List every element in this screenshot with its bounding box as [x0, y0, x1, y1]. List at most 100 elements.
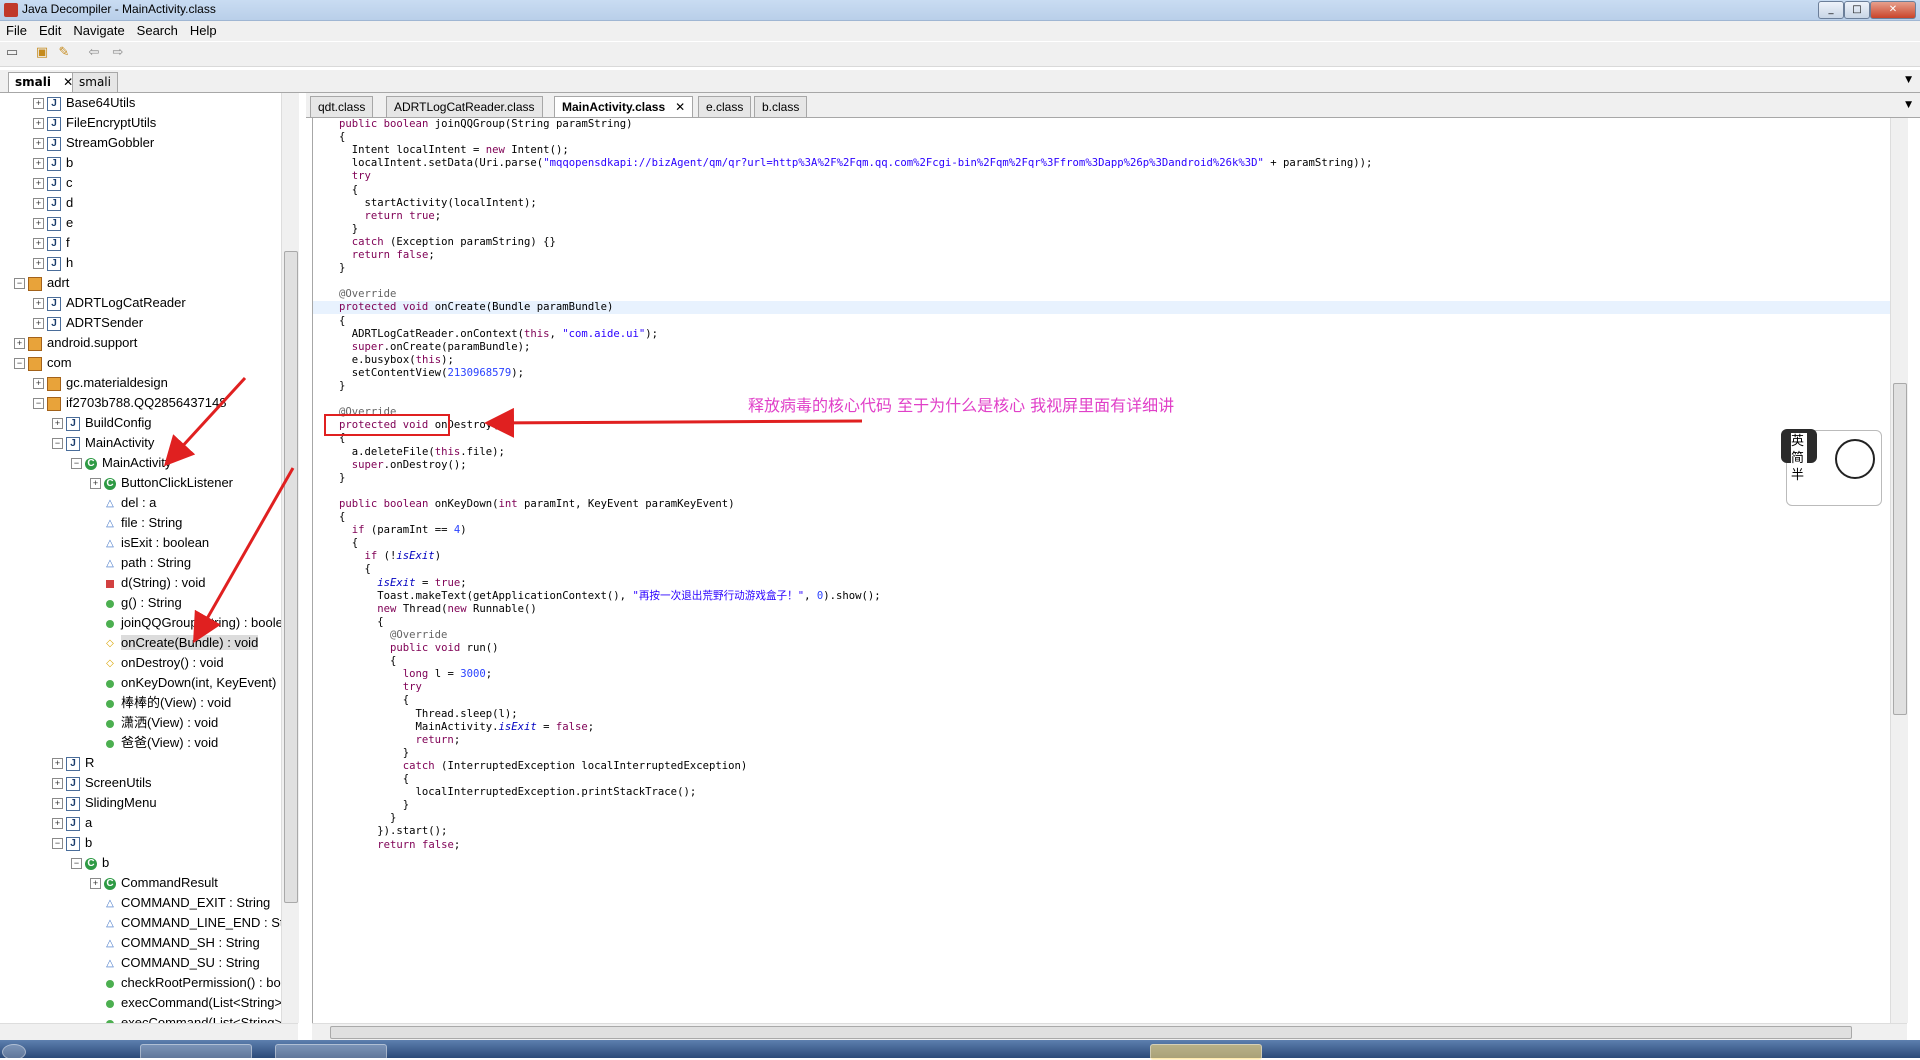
tree-node[interactable]: g() : String [90, 593, 182, 612]
tree-hscrollbar[interactable] [0, 1023, 298, 1040]
tree-node[interactable]: + J StreamGobbler [33, 133, 154, 152]
tree-node[interactable]: + J FileEncryptUtils [33, 113, 156, 132]
tree-node[interactable]: + J SlidingMenu [52, 793, 157, 812]
tree-node[interactable]: + Jh [33, 253, 73, 272]
tree-node[interactable]: + Jc [33, 173, 73, 192]
forward-icon[interactable]: ⇨ [110, 46, 126, 60]
tree-node[interactable]: + J ADRTSender [33, 313, 143, 332]
minimize-button[interactable]: _ [1818, 1, 1844, 19]
tree-node[interactable]: − if2703b788.QQ2856437148 [33, 393, 226, 412]
expand-toggle-icon[interactable]: + [33, 318, 44, 330]
tree-node[interactable]: − J MainActivity [52, 433, 154, 452]
code-vscroll-thumb[interactable] [1893, 383, 1907, 715]
tree-node[interactable]: 爸爸(View) : void [90, 733, 218, 752]
tab-mainactivity-class[interactable]: MainActivity.class ✕ [554, 96, 694, 117]
expand-toggle-icon[interactable]: − [14, 358, 25, 370]
tab-e-class[interactable]: e.class [698, 96, 752, 117]
tree-node[interactable]: △ COMMAND_EXIT : String [90, 893, 270, 912]
tree-node[interactable]: − Jb [52, 833, 92, 852]
tree-node[interactable]: execCommand(List<String> [90, 993, 282, 1012]
maximize-button[interactable]: □ [1844, 1, 1870, 19]
expand-toggle-icon[interactable]: + [33, 178, 44, 190]
expand-toggle-icon[interactable]: + [33, 238, 44, 250]
tree-node[interactable]: execCommand(List<String> [90, 1013, 282, 1023]
code-editor[interactable]: public boolean joinQQGroup (String paramS… [312, 118, 1891, 1023]
tree-node[interactable]: d(String) : void [90, 573, 206, 592]
menu-edit[interactable]: Edit [33, 21, 67, 38]
tree-node[interactable]: + J ScreenUtils [52, 773, 151, 792]
menu-help[interactable]: Help [184, 21, 223, 38]
tree-node[interactable]: + Ja [52, 813, 92, 832]
tree-node[interactable]: ◇ onDestroy() : void [90, 653, 223, 672]
tree-node[interactable]: checkRootPermission() : bo [90, 973, 281, 992]
tree-node[interactable]: onKeyDown(int, KeyEvent) : [90, 673, 284, 692]
tree-node[interactable]: △ COMMAND_SH : String [90, 933, 260, 952]
tree-node[interactable]: △ COMMAND_LINE_END : Str [90, 913, 288, 932]
tree-node[interactable]: ◇ onCreate(Bundle) : void [90, 633, 259, 652]
tab-smali[interactable]: smali [72, 72, 118, 92]
tree-node[interactable]: − Cb [71, 853, 109, 872]
expand-toggle-icon[interactable]: − [52, 838, 63, 850]
expand-toggle-icon[interactable]: + [33, 218, 44, 230]
tree-node[interactable]: △ COMMAND_SU : String [90, 953, 260, 972]
tree-node[interactable]: △ path : String [90, 553, 191, 572]
expand-toggle-icon[interactable]: + [33, 118, 44, 130]
tree-node[interactable]: + C CommandResult [90, 873, 218, 892]
close-icon[interactable]: ✕ [675, 100, 685, 114]
expand-toggle-icon[interactable]: + [33, 258, 44, 270]
menu-navigate[interactable]: Navigate [67, 21, 130, 38]
tree-node[interactable]: + Jb [33, 153, 73, 172]
tab-b-class[interactable]: b.class [754, 96, 808, 117]
code-hscrollbar[interactable] [312, 1023, 1907, 1040]
tree-node[interactable]: + J BuildConfig [52, 413, 152, 432]
tree-node[interactable]: − com [14, 353, 72, 372]
expand-toggle-icon[interactable]: + [33, 98, 44, 110]
tree-node[interactable]: △ isExit : boolean [90, 533, 209, 552]
expand-toggle-icon[interactable]: + [90, 478, 101, 490]
expand-toggle-icon[interactable]: + [14, 338, 25, 350]
tree-node[interactable]: + Je [33, 213, 73, 232]
expand-toggle-icon[interactable]: − [14, 278, 25, 290]
tree-node[interactable]: joinQQGroup(String) : boole [90, 613, 283, 632]
editor-tab-list-dropdown-icon[interactable]: ▼ [1905, 100, 1912, 110]
tree-node[interactable]: + android.support [14, 333, 137, 352]
code-vscrollbar[interactable] [1890, 118, 1908, 1023]
tree-node[interactable]: △ file : String [90, 513, 182, 532]
find-icon[interactable]: ✎ [56, 46, 72, 60]
expand-toggle-icon[interactable]: + [90, 878, 101, 890]
tree-scrollbar[interactable] [281, 93, 299, 1023]
tab-list-dropdown-icon[interactable]: ▼ [1905, 75, 1912, 85]
expand-toggle-icon[interactable]: − [71, 858, 82, 870]
open-file-icon[interactable]: ▭ [4, 46, 20, 60]
tab-adrtlogcatreader-class[interactable]: ADRTLogCatReader.class [386, 96, 543, 117]
tab-smali-active[interactable]: smali ✕ [8, 72, 81, 92]
tree-node[interactable]: + J R [52, 753, 94, 772]
code-hscroll-thumb[interactable] [330, 1026, 1852, 1039]
expand-toggle-icon[interactable]: − [71, 458, 82, 470]
open-type-icon[interactable]: ▣ [34, 46, 50, 60]
tree-node[interactable]: + Jd [33, 193, 73, 212]
expand-toggle-icon[interactable]: − [52, 438, 63, 450]
tree-node[interactable]: − C MainActivity [71, 453, 171, 472]
back-icon[interactable]: ⇦ [86, 46, 102, 60]
tree-node[interactable]: + J ADRTLogCatReader [33, 293, 186, 312]
tree-node[interactable]: 潇洒(View) : void [90, 713, 218, 732]
tree-node[interactable]: + gc.materialdesign [33, 373, 168, 392]
expand-toggle-icon[interactable]: + [33, 158, 44, 170]
tree-node[interactable]: △ del : a [90, 493, 156, 512]
expand-toggle-icon[interactable]: + [33, 198, 44, 210]
expand-toggle-icon[interactable]: − [33, 398, 44, 410]
expand-toggle-icon[interactable]: + [33, 138, 44, 150]
menu-search[interactable]: Search [131, 21, 184, 38]
tree-node[interactable]: + C ButtonClickListener [90, 473, 233, 492]
menu-file[interactable]: File [0, 21, 33, 38]
expand-toggle-icon[interactable]: + [33, 378, 44, 390]
tree-node[interactable]: 棒棒的(View) : void [90, 693, 231, 712]
expand-toggle-icon[interactable]: + [52, 418, 63, 430]
expand-toggle-icon[interactable]: + [52, 798, 63, 810]
expand-toggle-icon[interactable]: + [52, 778, 63, 790]
expand-toggle-icon[interactable]: + [52, 758, 63, 770]
tree-node[interactable]: + Jf [33, 233, 70, 252]
tree-node[interactable]: − adrt [14, 273, 69, 292]
expand-toggle-icon[interactable]: + [52, 818, 63, 830]
